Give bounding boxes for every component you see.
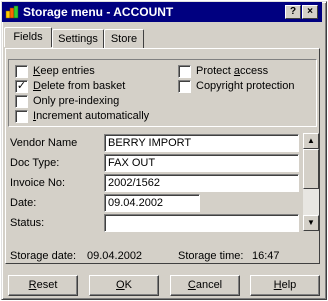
status-field[interactable] xyxy=(104,214,299,232)
storage-time-label: Storage time: xyxy=(178,250,244,262)
scroll-up-icon[interactable]: ▲ xyxy=(303,133,319,149)
tab-settings[interactable]: Settings xyxy=(52,29,104,49)
tab-label: Settings xyxy=(58,33,98,45)
doc-type-field[interactable]: FAX OUT xyxy=(104,154,299,172)
scroll-down-icon[interactable]: ▼ xyxy=(303,215,319,231)
button-mnemonic: H xyxy=(273,279,282,291)
scroll-thumb[interactable] xyxy=(303,149,319,189)
doc-type-label: Doc Type: xyxy=(10,157,60,169)
invoice-no-label: Invoice No: xyxy=(10,177,66,189)
close-button[interactable]: × xyxy=(302,5,318,19)
cancel-button[interactable]: Cancel xyxy=(170,275,240,296)
checkbox-box[interactable] xyxy=(15,110,28,123)
date-field[interactable]: 09.04.2002 xyxy=(104,194,200,212)
label-text: ncrement automatically xyxy=(36,110,150,122)
vendor-name-field[interactable]: BERRY IMPORT xyxy=(104,134,299,152)
button-mnemonic: C xyxy=(187,279,196,291)
help-button[interactable]: Help xyxy=(250,275,320,296)
invoice-no-field[interactable]: 2002/1562 xyxy=(104,174,299,192)
status-label: Status: xyxy=(10,217,45,229)
label-text: Protect xyxy=(196,65,234,77)
checkbox-box[interactable] xyxy=(15,65,28,78)
tab-store[interactable]: Store xyxy=(104,29,144,49)
date-label: Date: xyxy=(10,197,37,209)
reset-button[interactable]: Reset xyxy=(8,275,78,296)
tab-label: Fields xyxy=(13,31,43,43)
button-label: eset xyxy=(36,279,58,291)
label-text: Only pre-indexing xyxy=(33,95,120,107)
button-label: K xyxy=(124,279,132,291)
ok-button[interactable]: OK xyxy=(89,275,159,296)
fields-scrollbar[interactable]: ▲ ▼ xyxy=(303,133,319,231)
button-label: elp xyxy=(281,279,297,291)
button-mnemonic: R xyxy=(28,279,37,291)
tab-label: Store xyxy=(110,33,138,45)
help-title-button[interactable]: ? xyxy=(285,5,301,19)
storage-time-value: 16:47 xyxy=(252,250,280,262)
storage-date-label: Storage date: xyxy=(10,250,77,262)
label-text: elete from basket xyxy=(40,80,126,92)
app-icon xyxy=(5,5,19,19)
button-mnemonic: O xyxy=(116,279,125,291)
checkbox-box[interactable] xyxy=(178,65,191,78)
window-title: Storage menu - ACCOUNT xyxy=(23,5,174,19)
label-text: Copyright protection xyxy=(196,80,295,92)
title-bar[interactable]: Storage menu - ACCOUNT ? × xyxy=(2,2,322,22)
checkbox-box-checked[interactable]: ✓ xyxy=(15,80,28,93)
button-label: ancel xyxy=(195,279,223,291)
storage-date-value: 09.04.2002 xyxy=(87,250,143,262)
tab-fields[interactable]: Fields xyxy=(4,27,52,47)
label-text: ccess xyxy=(240,65,269,77)
label-mnemonic: D xyxy=(33,80,41,92)
label-text: eep entries xyxy=(40,65,95,77)
checkbox-box[interactable] xyxy=(178,80,191,93)
vendor-name-label: Vendor Name xyxy=(10,137,78,149)
checkbox-box[interactable] xyxy=(15,95,28,108)
